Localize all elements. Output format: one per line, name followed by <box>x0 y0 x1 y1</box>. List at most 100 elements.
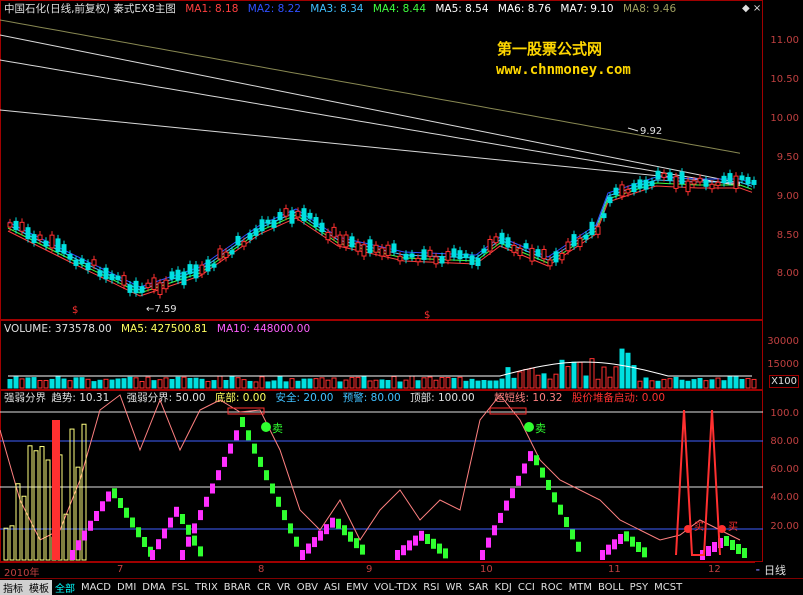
trend-step <box>736 544 741 554</box>
candle-body <box>79 258 85 265</box>
period-label: 日线 <box>764 564 786 577</box>
trend-step <box>437 543 442 554</box>
tab-brar[interactable]: BRAR <box>221 582 254 593</box>
trend-step <box>100 501 105 512</box>
trend-step <box>70 550 75 560</box>
candle-body <box>151 277 157 290</box>
candle-body <box>679 171 685 185</box>
candle-body <box>277 212 283 221</box>
candle-body <box>613 187 619 196</box>
volume-bar <box>313 378 319 389</box>
trend-step <box>576 541 581 552</box>
period-button[interactable]: ⁃ 日线 <box>755 562 803 578</box>
trend-step <box>180 514 185 524</box>
tab-emv[interactable]: EMV <box>343 582 371 593</box>
trend-step <box>336 518 341 529</box>
volume-bar <box>469 378 475 389</box>
sell-label: 卖 <box>272 422 283 435</box>
candle-body <box>451 248 457 258</box>
candle-body <box>37 234 43 241</box>
ma-line <box>0 34 741 184</box>
trend-step <box>395 550 400 560</box>
candle-body <box>19 221 25 232</box>
trend-step <box>510 488 515 499</box>
candle-body <box>391 243 397 253</box>
volume-bar <box>451 377 457 389</box>
trend-step <box>498 512 503 523</box>
trend-step <box>419 530 424 541</box>
tab-kdj[interactable]: KDJ <box>492 582 515 593</box>
tab-macd[interactable]: MACD <box>78 582 114 593</box>
volume-bar <box>265 381 271 389</box>
volume-bar <box>361 376 367 389</box>
trend-step <box>354 538 359 549</box>
candle-body <box>145 282 151 289</box>
candle-body <box>583 234 589 240</box>
candle-body <box>229 250 235 255</box>
volume-bar <box>421 377 427 389</box>
tab-sar[interactable]: SAR <box>465 582 491 593</box>
tab-boll[interactable]: BOLL <box>595 582 627 593</box>
volume-bar <box>433 379 439 389</box>
trend-step <box>186 524 191 535</box>
tab-wr[interactable]: WR <box>442 582 465 593</box>
tab-dmi[interactable]: DMI <box>114 582 139 593</box>
volume-bar <box>37 379 43 389</box>
price-tick: 10.00 <box>770 113 799 124</box>
tab-vol-tdx[interactable]: VOL-TDX <box>371 582 420 593</box>
volume-bar <box>385 380 391 389</box>
volume-bar <box>109 379 115 389</box>
tab-rsi[interactable]: RSI <box>420 582 442 593</box>
trend-step <box>312 537 317 548</box>
tab-asi[interactable]: ASI <box>321 582 343 593</box>
tab-psy[interactable]: PSY <box>627 582 652 593</box>
candle-body <box>313 217 319 228</box>
tab-全部[interactable]: 全部 <box>52 580 78 595</box>
tab-指标[interactable]: 指标 <box>0 579 26 595</box>
volume-bar <box>703 380 709 389</box>
bottom-bar <box>33 450 39 561</box>
ind-tick: 20.00 <box>770 521 799 532</box>
trend-step <box>252 443 257 454</box>
tab-cr[interactable]: CR <box>254 582 274 593</box>
indicator-chart[interactable]: 卖 卖买 买 <box>0 390 763 562</box>
fast-ma-line <box>7 179 753 291</box>
volume-bar <box>325 379 331 389</box>
candle-body <box>289 210 295 224</box>
trend-step <box>76 540 81 551</box>
tab-obv[interactable]: OBV <box>294 582 321 593</box>
volume-bar <box>445 377 451 389</box>
volume-bar <box>733 376 739 389</box>
volume-chart[interactable] <box>0 320 763 390</box>
tab-mcst[interactable]: MCST <box>651 582 685 593</box>
candle-body <box>673 176 679 189</box>
tab-fsl[interactable]: FSL <box>168 582 192 593</box>
tab-cci[interactable]: CCI <box>515 582 538 593</box>
tab-vr[interactable]: VR <box>274 582 294 593</box>
candle-body <box>745 176 751 185</box>
trend-step <box>282 510 287 521</box>
signal-s-icon: $ <box>424 310 430 320</box>
trend-step <box>724 536 729 546</box>
tab-mtm[interactable]: MTM <box>566 582 595 593</box>
tab-dma[interactable]: DMA <box>139 582 168 593</box>
candle-body <box>103 267 109 280</box>
volume-bar <box>181 376 187 389</box>
candle-body <box>403 253 409 260</box>
price-chart[interactable]: 9.92 ←7.59 $ $ <box>0 0 763 320</box>
candle-body <box>685 180 691 193</box>
volume-bar <box>475 380 481 389</box>
candle-body <box>325 231 331 241</box>
candle-body <box>505 237 511 248</box>
tab-trix[interactable]: TRIX <box>192 582 221 593</box>
volume-bar <box>205 380 211 389</box>
volume-bar <box>259 376 265 389</box>
candle-body <box>619 184 625 197</box>
tab-模板[interactable]: 模板 <box>26 579 52 595</box>
trend-step <box>552 492 557 503</box>
x-tick: 11 <box>608 564 621 575</box>
volume-bar <box>607 376 613 389</box>
candle-body <box>523 243 529 249</box>
candle-body <box>133 280 139 294</box>
tab-roc[interactable]: ROC <box>538 582 566 593</box>
